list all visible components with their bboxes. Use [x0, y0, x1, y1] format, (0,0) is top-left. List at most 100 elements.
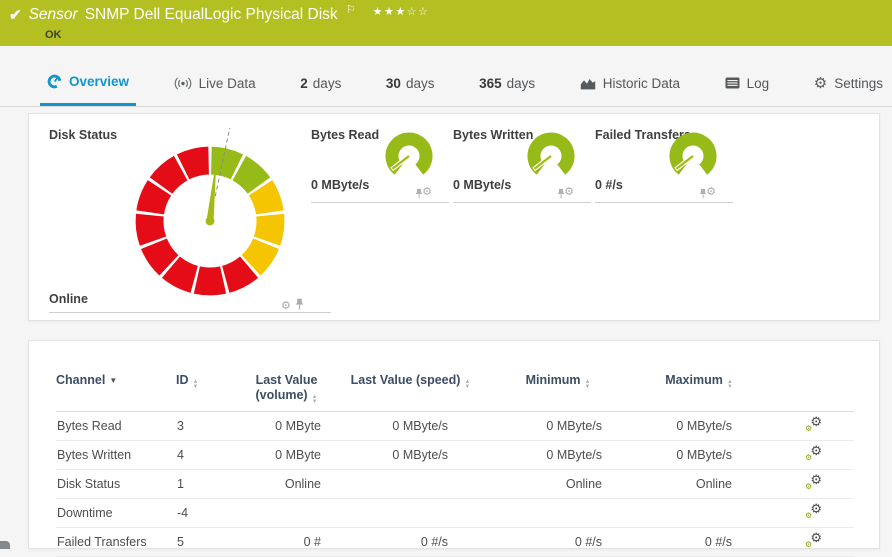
mini-gauge-panel-bytes-read: Bytes Read 0 MByte/s ⚙ — [311, 126, 449, 203]
cell-min — [482, 499, 634, 528]
cell-speed — [339, 470, 482, 499]
cell-actions: ⚙⚙ — [764, 499, 854, 528]
sort-toggle-icon[interactable]: ▲▼ — [727, 380, 733, 390]
gear-small-icon: ⚙ — [805, 425, 812, 433]
log-icon — [725, 77, 740, 89]
cell-channel: Bytes Written — [56, 441, 176, 470]
ok-check-icon: ✔ — [9, 8, 22, 23]
cell-min: 0 MByte/s — [482, 412, 634, 441]
column-header-maximum[interactable]: Maximum ▲▼ — [634, 355, 764, 412]
mini-gauge — [665, 127, 721, 183]
column-label: Minimum — [526, 373, 581, 387]
cell-channel: Disk Status — [56, 470, 176, 499]
channel-settings-gears-icon[interactable]: ⚙⚙ — [805, 533, 822, 548]
column-label: Last Value (speed) — [351, 373, 461, 387]
column-header-last-value-speed-[interactable]: Last Value (speed)▲▼ — [339, 355, 482, 412]
mini-settings-gear-icon[interactable]: ⚙ — [706, 187, 716, 198]
star-empty-icon[interactable]: ☆ — [407, 6, 418, 18]
column-header-channel[interactable]: Channel ▼ — [56, 355, 176, 412]
mini-settings-gear-icon[interactable]: ⚙ — [422, 187, 432, 198]
cell-actions: ⚙⚙ — [764, 528, 854, 557]
tab-label: days — [313, 76, 342, 91]
table-row: Downtime-4 ⚙⚙ — [56, 499, 854, 528]
sort-toggle-icon[interactable]: ▲▼ — [312, 395, 318, 405]
table-row: Failed Transfers50 #0 #/s0 #/s0 #/s⚙⚙ — [56, 528, 854, 557]
cell-actions: ⚙⚙ — [764, 470, 854, 499]
channels-table-panel: Channel▼ID▲▼Last Value (volume)▲▼Last Va… — [28, 340, 880, 549]
sort-desc-icon[interactable]: ▼ — [109, 376, 117, 385]
star-filled-icon[interactable]: ★ — [373, 6, 384, 18]
channel-settings-gears-icon[interactable]: ⚙⚙ — [805, 504, 822, 519]
cell-max: 0 MByte/s — [634, 441, 764, 470]
star-filled-icon[interactable]: ★ — [384, 6, 395, 18]
cell-id: 3 — [176, 412, 234, 441]
gear-icon: ⚙ — [814, 76, 827, 91]
tab-overview[interactable]: Overview — [40, 60, 136, 106]
cell-id: 4 — [176, 441, 234, 470]
channel-settings-gears-icon[interactable]: ⚙⚙ — [805, 417, 822, 432]
sort-toggle-icon[interactable]: ▲▼ — [584, 380, 590, 390]
priority-stars[interactable]: ★★★☆☆ — [373, 5, 430, 18]
tab-label: days — [406, 76, 435, 91]
table-row: Bytes Written40 MByte0 MByte/s0 MByte/s0… — [56, 441, 854, 470]
cell-volume: 0 MByte — [234, 441, 339, 470]
cell-volume — [234, 499, 339, 528]
page-title: SNMP Dell EqualLogic Physical Disk — [85, 6, 338, 24]
cell-actions: ⚙⚙ — [764, 412, 854, 441]
tab-label: Log — [747, 76, 770, 91]
tab-bar: Overview Live Data 2days 30days 365 days Histo… — [0, 60, 892, 107]
cell-id: -4 — [176, 499, 234, 528]
disk-status-gauge — [117, 128, 303, 314]
gauge-settings-gear-icon[interactable]: ⚙ — [281, 301, 291, 312]
priority-flag-icon: ⚐ — [346, 5, 356, 16]
column-header-minimum[interactable]: Minimum▲▼ — [482, 355, 634, 412]
column-label: ID — [176, 373, 189, 387]
sensor-header-bar: ✔ Sensor SNMP Dell EqualLogic Physical D… — [0, 0, 892, 46]
tab-label: Historic Data — [603, 76, 680, 91]
cell-channel: Downtime — [56, 499, 176, 528]
star-filled-icon[interactable]: ★ — [395, 6, 406, 18]
tab-30-days[interactable]: 30days — [379, 60, 442, 106]
disk-status-gauge-value: Online — [49, 292, 88, 306]
tab-365-days[interactable]: 365 days — [472, 60, 542, 106]
sort-toggle-icon[interactable]: ▲▼ — [193, 380, 199, 390]
gauge-segment-red — [194, 266, 226, 295]
channel-settings-gears-icon[interactable]: ⚙⚙ — [805, 475, 822, 490]
gauge-pin-icon[interactable] — [295, 297, 304, 315]
tab-number: 365 — [479, 76, 502, 91]
tab-2-days[interactable]: 2days — [293, 60, 348, 106]
tab-label: Settings — [834, 76, 883, 91]
column-label: Maximum — [665, 373, 723, 387]
channel-settings-gears-icon[interactable]: ⚙⚙ — [805, 446, 822, 461]
cell-actions: ⚙⚙ — [764, 441, 854, 470]
sort-toggle-icon[interactable]: ▲▼ — [464, 380, 470, 390]
mini-settings-gear-icon[interactable]: ⚙ — [564, 187, 574, 198]
cell-volume: 0 # — [234, 528, 339, 557]
tab-label: Overview — [69, 74, 129, 89]
gear-small-icon: ⚙ — [805, 454, 812, 462]
column-header-last-value-volume-[interactable]: Last Value (volume)▲▼ — [234, 355, 339, 412]
gear-small-icon: ⚙ — [805, 512, 812, 520]
column-label: Channel — [56, 373, 105, 387]
star-empty-icon[interactable]: ☆ — [418, 6, 429, 18]
mini-gauge — [523, 127, 579, 183]
cell-volume: Online — [234, 470, 339, 499]
cell-speed: 0 #/s — [339, 528, 482, 557]
gear-small-icon: ⚙ — [805, 541, 812, 549]
gear-small-icon: ⚙ — [805, 483, 812, 491]
cell-speed: 0 MByte/s — [339, 412, 482, 441]
overview-panel: Disk Status Online ⚙ Bytes Read 0 MByte/s… — [28, 113, 880, 321]
tab-historic-data[interactable]: Historic Data — [573, 60, 687, 106]
mini-gauge-value: 0 MByte/s — [311, 178, 369, 192]
tab-log[interactable]: Log — [718, 60, 777, 106]
mini-gauge — [381, 127, 437, 183]
tab-live-data[interactable]: Live Data — [167, 60, 263, 106]
cell-channel: Bytes Read — [56, 412, 176, 441]
cell-id: 5 — [176, 528, 234, 557]
column-header-id[interactable]: ID ▲▼ — [176, 355, 234, 412]
status-badge: OK — [45, 29, 62, 41]
tab-label: days — [507, 76, 536, 91]
disk-status-gauge-title: Disk Status — [49, 128, 117, 142]
tab-settings[interactable]: ⚙ Settings — [807, 60, 890, 106]
mini-gauge-title: Bytes Read — [311, 128, 379, 142]
